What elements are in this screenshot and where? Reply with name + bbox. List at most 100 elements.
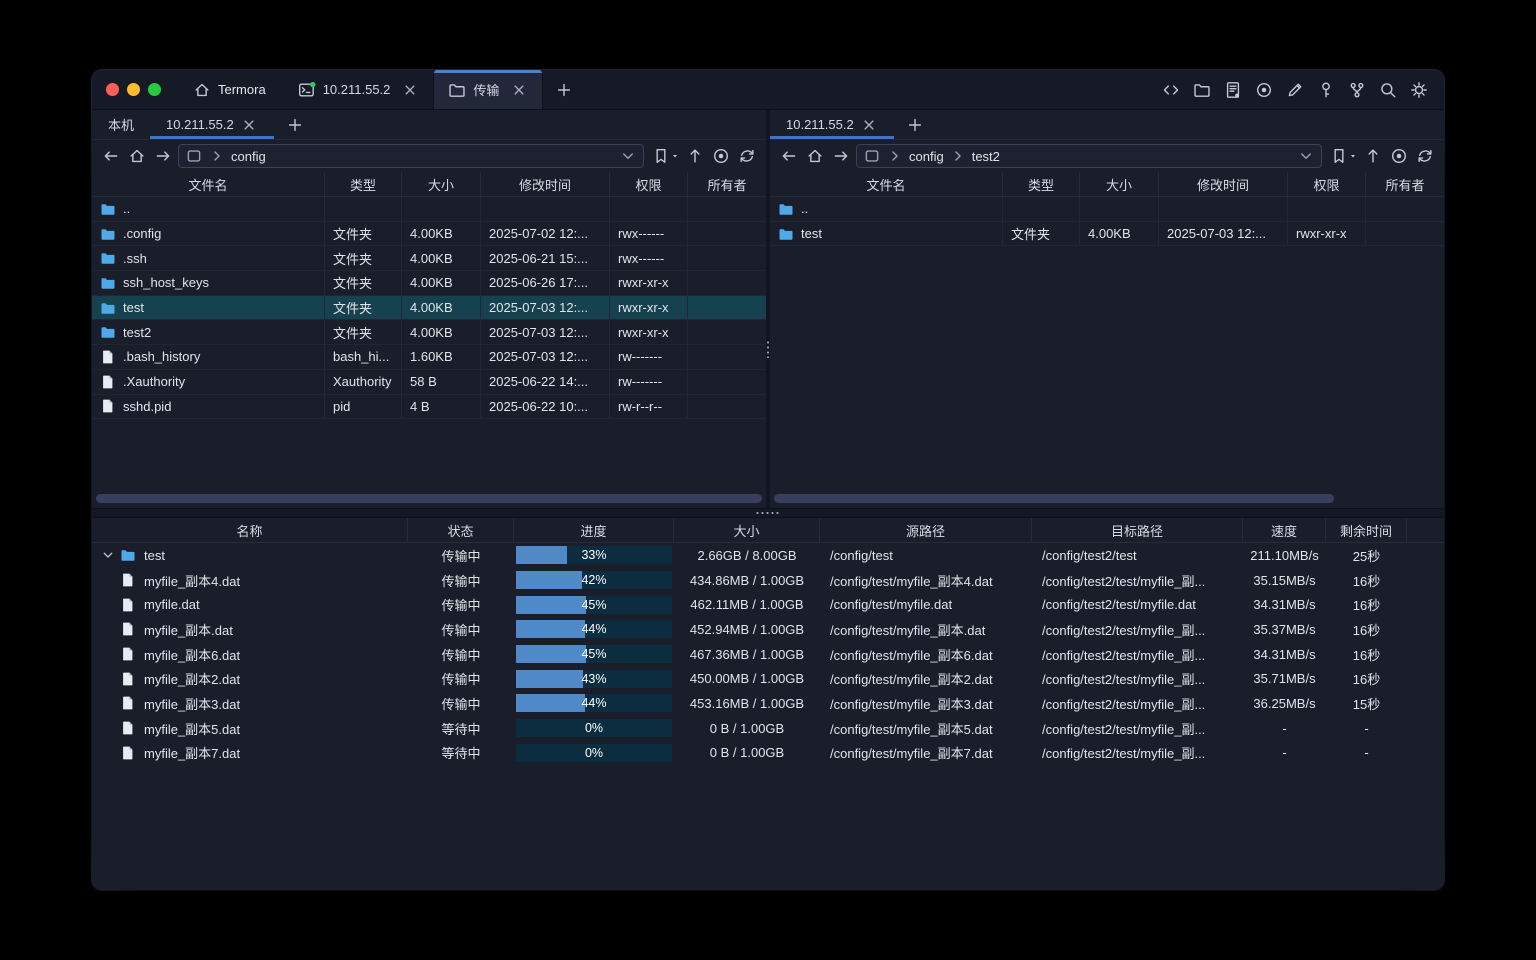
transfer-row[interactable]: myfile_副本7.dat 等待中 0% 0 B / 1.00GB /conf… <box>92 741 1444 766</box>
back-button[interactable] <box>778 145 800 167</box>
column-header[interactable]: 所有者 <box>688 172 766 196</box>
edit-icon[interactable] <box>1286 81 1304 99</box>
transfer-row[interactable]: myfile_副本2.dat 传输中 43% 450.00MB / 1.00GB… <box>92 666 1444 691</box>
close-icon[interactable] <box>860 116 878 134</box>
right-path-breadcrumb[interactable]: config test2 <box>856 144 1322 168</box>
file-row[interactable]: .config 文件夹 4.00KB 2025-07-02 12:... rwx… <box>92 222 766 247</box>
transfer-row[interactable]: myfile_副本6.dat 传输中 45% 467.36MB / 1.00GB… <box>92 642 1444 667</box>
breadcrumb-item[interactable]: config <box>231 149 266 164</box>
file-row[interactable]: .. <box>92 197 766 222</box>
column-header[interactable] <box>1407 518 1444 542</box>
tab-transfer[interactable]: 传输 <box>433 70 543 109</box>
column-header[interactable]: 剩余时间 <box>1326 518 1407 542</box>
column-header[interactable]: 大小 <box>402 172 481 196</box>
left-path-breadcrumb[interactable]: config <box>178 144 644 168</box>
log-icon[interactable] <box>1224 81 1242 99</box>
column-header[interactable]: 修改时间 <box>1159 172 1288 196</box>
column-header[interactable]: 目标路径 <box>1032 518 1243 542</box>
close-icon[interactable] <box>240 116 258 134</box>
file-row[interactable]: sshd.pid pid 4 B 2025-06-22 10:... rw-r-… <box>92 395 766 420</box>
column-header[interactable]: 类型 <box>1003 172 1080 196</box>
home-button[interactable] <box>126 145 148 167</box>
file-row[interactable]: test2 文件夹 4.00KB 2025-07-03 12:... rwxr-… <box>92 320 766 345</box>
back-button[interactable] <box>100 145 122 167</box>
column-header[interactable]: 名称 <box>92 518 408 542</box>
tab-remote-right[interactable]: 10.211.55.2 <box>770 110 894 139</box>
show-hidden-files-button[interactable] <box>710 145 732 167</box>
right-pane-toolbar: config test2 <box>770 140 1444 172</box>
file-row[interactable]: test 文件夹 4.00KB 2025-07-03 12:... rwxr-x… <box>770 222 1444 247</box>
close-icon[interactable] <box>401 81 419 99</box>
transfer-row[interactable]: myfile_副本.dat 传输中 44% 452.94MB / 1.00GB … <box>92 617 1444 642</box>
progress-percent-label: 0% <box>516 719 672 737</box>
column-header[interactable]: 大小 <box>1080 172 1159 196</box>
column-header[interactable]: 文件名 <box>92 172 325 196</box>
record-icon[interactable] <box>1255 81 1273 99</box>
column-header[interactable]: 状态 <box>408 518 514 542</box>
left-horizontal-scrollbar[interactable] <box>96 494 762 503</box>
file-row[interactable]: .. <box>770 197 1444 222</box>
tab-local[interactable]: 本机 <box>92 110 150 139</box>
file-row[interactable]: .bash_history bash_hi... 1.60KB 2025-07-… <box>92 345 766 370</box>
tab-remote-left[interactable]: 10.211.55.2 <box>150 110 274 139</box>
column-header[interactable]: 类型 <box>325 172 402 196</box>
tab-ssh-session[interactable]: 10.211.55.2 <box>284 70 434 109</box>
column-header[interactable]: 所有者 <box>1366 172 1444 196</box>
transfer-row[interactable]: myfile_副本5.dat 等待中 0% 0 B / 1.00GB /conf… <box>92 716 1444 741</box>
key-icon[interactable] <box>1317 81 1335 99</box>
parent-directory-button[interactable] <box>1362 145 1384 167</box>
file-permissions-cell: rwx------ <box>610 246 688 271</box>
new-tab-button[interactable] <box>543 70 585 109</box>
column-header[interactable]: 权限 <box>610 172 688 196</box>
fork-icon[interactable] <box>1348 81 1366 99</box>
settings-icon[interactable] <box>1410 81 1428 99</box>
column-header[interactable]: 权限 <box>1288 172 1366 196</box>
chevron-down-icon[interactable] <box>619 147 637 165</box>
column-header[interactable]: 源路径 <box>820 518 1032 542</box>
show-hidden-files-button[interactable] <box>1388 145 1410 167</box>
breadcrumb-item[interactable]: config <box>909 149 944 164</box>
parent-directory-button[interactable] <box>684 145 706 167</box>
minimize-window-button[interactable] <box>127 83 140 96</box>
file-row[interactable]: test 文件夹 4.00KB 2025-07-03 12:... rwxr-x… <box>92 296 766 321</box>
chevron-right-icon <box>949 147 967 165</box>
refresh-button[interactable] <box>1414 145 1436 167</box>
file-row[interactable]: .Xauthority Xauthority 58 B 2025-06-22 1… <box>92 370 766 395</box>
tab-termora-home[interactable]: Termora <box>175 70 284 109</box>
bookmark-button[interactable] <box>1330 147 1358 165</box>
right-horizontal-scrollbar[interactable] <box>774 494 1334 503</box>
code-icon[interactable] <box>1162 81 1180 99</box>
close-window-button[interactable] <box>106 83 119 96</box>
transfer-row[interactable]: myfile_副本3.dat 传输中 44% 453.16MB / 1.00GB… <box>92 691 1444 716</box>
search-icon[interactable] <box>1379 81 1397 99</box>
transfer-row[interactable]: myfile_副本4.dat 传输中 42% 434.86MB / 1.00GB… <box>92 568 1444 593</box>
folder-icon[interactable] <box>1193 81 1211 99</box>
column-header[interactable]: 修改时间 <box>481 172 610 196</box>
expander-chevron-icon[interactable] <box>100 547 116 563</box>
transfer-row[interactable]: myfile.dat 传输中 45% 462.11MB / 1.00GB /co… <box>92 592 1444 617</box>
forward-button[interactable] <box>830 145 852 167</box>
left-add-tab-button[interactable] <box>274 110 316 139</box>
progress-bar: 0% <box>516 719 672 737</box>
zoom-window-button[interactable] <box>148 83 161 96</box>
close-icon[interactable] <box>510 81 528 99</box>
horizontal-splitter[interactable] <box>92 508 1444 518</box>
column-header[interactable]: 进度 <box>514 518 674 542</box>
column-header[interactable]: 文件名 <box>770 172 1003 196</box>
home-button[interactable] <box>804 145 826 167</box>
refresh-button[interactable] <box>736 145 758 167</box>
file-icon <box>120 646 136 662</box>
right-add-tab-button[interactable] <box>894 110 936 139</box>
breadcrumb-item[interactable]: test2 <box>972 149 1000 164</box>
transfer-row[interactable]: test 传输中 33% 2.66GB / 8.00GB /config/tes… <box>92 543 1444 568</box>
column-header[interactable]: 速度 <box>1243 518 1326 542</box>
folder-outline-icon <box>448 81 466 99</box>
column-header[interactable]: 大小 <box>674 518 820 542</box>
chevron-down-icon[interactable] <box>1297 147 1315 165</box>
file-row[interactable]: ssh_host_keys 文件夹 4.00KB 2025-06-26 17:.… <box>92 271 766 296</box>
file-row[interactable]: .ssh 文件夹 4.00KB 2025-06-21 15:... rwx---… <box>92 246 766 271</box>
forward-button[interactable] <box>152 145 174 167</box>
transfer-source-path-cell: /config/test/myfile_副本5.dat <box>820 716 1032 741</box>
chevron-right-icon <box>886 147 904 165</box>
bookmark-button[interactable] <box>652 147 680 165</box>
